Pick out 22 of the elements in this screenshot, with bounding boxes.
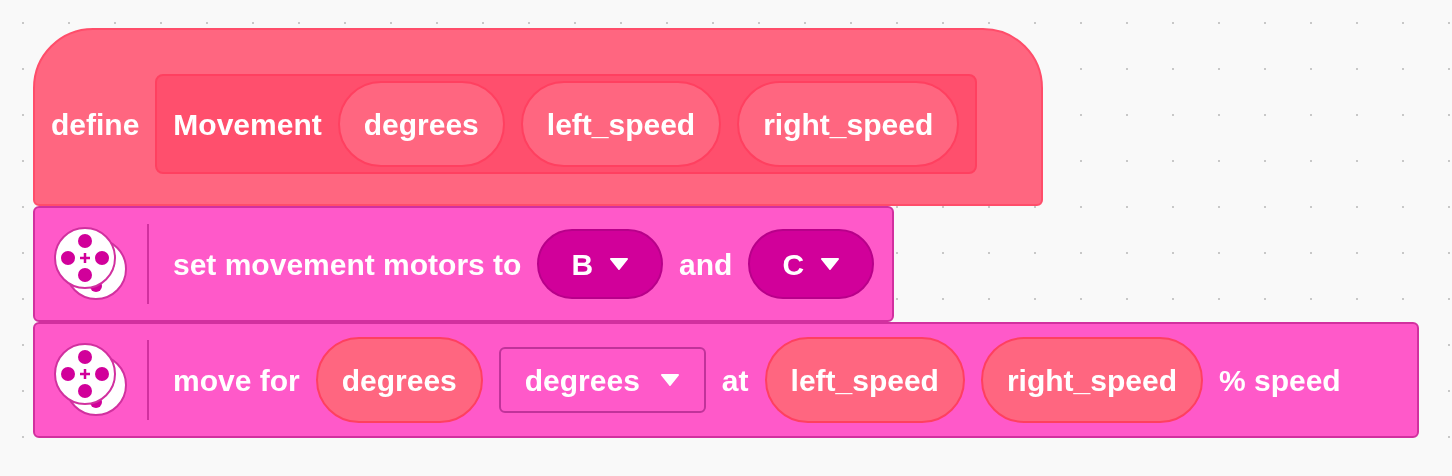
unit-dropdown[interactable]: degrees [498, 347, 706, 413]
define-block[interactable]: define Movement degrees left_speed right_speed [33, 28, 1043, 206]
parameter-reporter[interactable]: degrees [315, 337, 483, 423]
caret-icon [609, 258, 630, 270]
command-block[interactable]: move for degrees degrees at left_speed right_speed % speed [33, 322, 1419, 438]
parameter-reporter[interactable]: right_speed [737, 81, 960, 167]
block-label: at [721, 362, 749, 399]
caret-icon [820, 258, 841, 270]
define-keyword: define [51, 106, 140, 143]
parameter-reporter[interactable]: left_speed [764, 337, 965, 423]
block-label: move for [173, 362, 300, 399]
parameter-reporter[interactable]: left_speed [520, 81, 722, 167]
procedure-name: Movement [173, 106, 322, 143]
block-label: and [679, 246, 733, 283]
caret-icon [659, 374, 680, 386]
parameter-reporter[interactable]: degrees [337, 81, 505, 167]
motor-dropdown[interactable]: C [748, 229, 875, 299]
command-block[interactable]: set movement motors to B and C [33, 206, 894, 322]
block-label: % speed [1219, 362, 1341, 399]
parameter-reporter[interactable]: right_speed [980, 337, 1203, 423]
motor-dropdown[interactable]: B [537, 229, 664, 299]
block-label: set movement motors to [173, 246, 522, 283]
